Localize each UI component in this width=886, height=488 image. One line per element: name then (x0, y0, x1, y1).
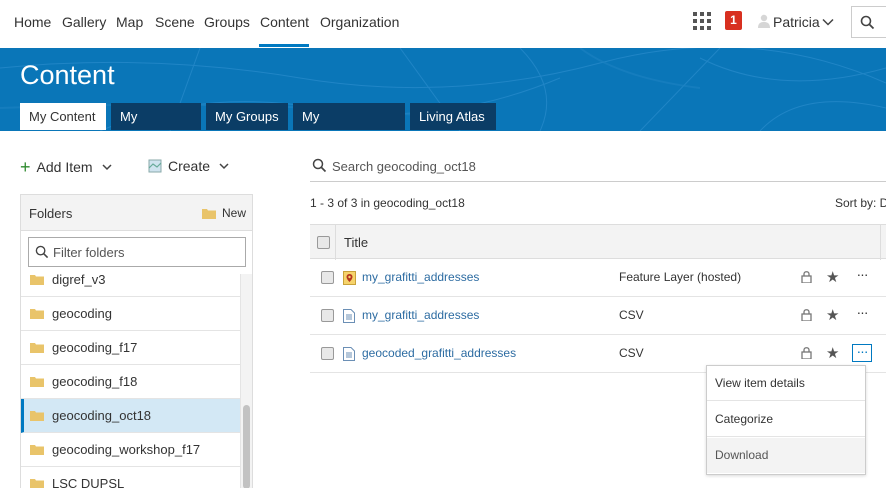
table-row: my_grafitti_addresses Feature Layer (hos… (310, 259, 886, 297)
folder-item[interactable]: geocoding (21, 297, 240, 331)
user-avatar-icon (758, 14, 770, 28)
folder-label: geocoding_oct18 (52, 408, 152, 423)
row-checkbox[interactable] (321, 347, 334, 360)
folder-label: geocoding_workshop_f17 (52, 442, 201, 457)
create-button[interactable]: Create (148, 158, 230, 174)
tab-living-atlas[interactable]: Living Atlas (410, 103, 496, 130)
nav-organization[interactable]: Organization (320, 14, 399, 30)
create-map-icon (148, 159, 162, 173)
folder-icon (30, 275, 44, 285)
table-row: my_grafitti_addresses CSV ★ ··· (310, 297, 886, 335)
plus-icon: + (20, 157, 31, 177)
lock-icon (801, 309, 812, 321)
result-count: 1 - 3 of 3 in geocoding_oct18 (310, 196, 465, 210)
search-button[interactable] (851, 6, 886, 38)
nav-home[interactable]: Home (14, 14, 51, 30)
folder-item[interactable]: geocoding_f17 (21, 331, 240, 365)
new-folder-button[interactable]: New (201, 206, 246, 220)
favorite-star-icon[interactable]: ★ (826, 306, 839, 324)
nav-scene[interactable]: Scene (155, 14, 195, 30)
item-title-link[interactable]: geocoded_grafitti_addresses (362, 346, 516, 360)
csv-file-icon (343, 347, 355, 361)
new-folder-label: New (221, 206, 246, 220)
filter-folders-input[interactable] (53, 242, 241, 262)
tab-my-content[interactable]: My Content (20, 103, 106, 130)
item-title-link[interactable]: my_grafitti_addresses (362, 270, 479, 284)
row-checkbox[interactable] (321, 271, 334, 284)
content-banner: Content My Content My Favorites My Group… (0, 48, 886, 131)
menu-item-categorize[interactable]: Categorize (707, 402, 865, 437)
row-checkbox[interactable] (321, 309, 334, 322)
search-icon (860, 15, 875, 30)
tab-my-organization[interactable]: My Organization (293, 103, 405, 130)
search-icon (35, 245, 49, 259)
item-type: CSV (619, 308, 644, 322)
folder-icon (30, 411, 44, 421)
chevron-down-icon (102, 164, 112, 171)
lock-icon (801, 271, 812, 283)
nav-groups[interactable]: Groups (204, 14, 250, 30)
more-options-icon[interactable]: ··· (852, 344, 872, 362)
nav-gallery[interactable]: Gallery (62, 14, 106, 30)
item-title-link[interactable]: my_grafitti_addresses (362, 308, 479, 322)
top-nav: Home Gallery Map Scene Groups Content Or… (0, 0, 886, 48)
menu-item-download[interactable]: Download (707, 438, 865, 473)
csv-file-icon (343, 309, 355, 323)
add-item-label: Add Item (36, 159, 93, 175)
active-nav-indicator (259, 44, 309, 47)
notification-badge[interactable]: 1 (725, 11, 742, 30)
lock-icon (801, 347, 812, 359)
column-header-title[interactable]: Title (344, 235, 368, 250)
chevron-down-icon (219, 163, 229, 170)
favorite-star-icon[interactable]: ★ (826, 268, 839, 286)
add-item-button[interactable]: + Add Item (20, 158, 113, 176)
content-search-input[interactable] (332, 156, 872, 176)
content-search-field[interactable] (310, 152, 886, 182)
item-options-menu: View item details Categorize Download (706, 365, 866, 475)
create-label: Create (168, 158, 211, 174)
folder-item[interactable]: geocoding_workshop_f17 (21, 433, 240, 467)
item-type: CSV (619, 346, 644, 360)
folder-item[interactable]: LSC DUPSL (21, 467, 240, 488)
select-all-checkbox[interactable] (317, 236, 330, 249)
sort-by-dropdown[interactable]: Sort by: D (835, 196, 886, 210)
folder-icon (30, 377, 44, 387)
nav-map[interactable]: Map (116, 14, 143, 30)
folder-icon (30, 445, 44, 455)
folders-title: Folders (29, 206, 73, 221)
chevron-down-icon[interactable] (821, 15, 835, 29)
feature-layer-icon (343, 271, 356, 285)
folder-icon (201, 208, 216, 219)
folder-item-selected[interactable]: geocoding_oct18 (21, 399, 240, 433)
folder-label: digref_v3 (52, 272, 106, 287)
search-icon (312, 158, 327, 173)
column-divider (335, 225, 336, 260)
folder-label: geocoding (52, 306, 112, 321)
folders-header: Folders New (21, 195, 252, 231)
apps-grid-icon[interactable] (693, 12, 711, 30)
folder-list: digref_v3 geocoding geocoding_f17 geocod… (21, 272, 240, 488)
folders-panel: Folders New digref_v3 geocoding geocodin… (20, 194, 253, 488)
folder-item[interactable]: digref_v3 (21, 263, 240, 297)
tab-my-favorites[interactable]: My Favorites (111, 103, 201, 130)
nav-content[interactable]: Content (260, 14, 309, 30)
folder-icon (30, 309, 44, 319)
item-type: Feature Layer (hosted) (619, 270, 742, 284)
menu-item-view-details[interactable]: View item details (707, 366, 865, 401)
folder-item[interactable]: geocoding_f18 (21, 365, 240, 399)
folder-label: LSC DUPSL (52, 476, 125, 488)
table-header: Title (310, 224, 886, 260)
folder-icon (30, 343, 44, 353)
column-divider (880, 225, 881, 260)
more-options-icon[interactable]: ··· (852, 305, 872, 324)
folder-icon (30, 479, 44, 488)
user-name[interactable]: Patricia (773, 14, 820, 30)
folder-label: geocoding_f17 (52, 340, 138, 355)
favorite-star-icon[interactable]: ★ (826, 344, 839, 362)
folder-label: geocoding_f18 (52, 374, 138, 389)
tab-my-groups[interactable]: My Groups (206, 103, 288, 130)
more-options-icon[interactable]: ··· (852, 267, 872, 286)
folder-scrollbar-thumb[interactable] (243, 405, 250, 488)
page-title: Content (20, 60, 115, 90)
